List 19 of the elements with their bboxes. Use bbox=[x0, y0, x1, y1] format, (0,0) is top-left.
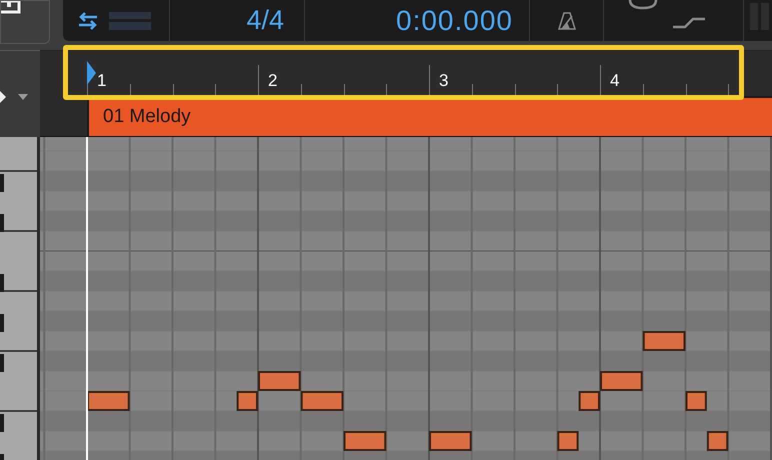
bar-number: 1 bbox=[97, 72, 106, 89]
position-readout: 0:00.000 bbox=[396, 6, 513, 34]
timeline-ruler[interactable]: 1 2 3 4 bbox=[40, 50, 772, 96]
loop-icon[interactable] bbox=[626, 0, 660, 10]
toolbar-button[interactable] bbox=[0, 0, 50, 44]
bar-number: 3 bbox=[439, 72, 448, 89]
time-signature[interactable]: 4/4 bbox=[246, 7, 284, 34]
bar-number: 2 bbox=[268, 72, 278, 89]
playhead-marker[interactable] bbox=[86, 61, 96, 85]
arrow-icon[interactable] bbox=[0, 91, 6, 103]
swap-arrows-icon[interactable] bbox=[77, 10, 99, 30]
clip-header[interactable]: 01 Melody bbox=[87, 96, 772, 136]
clip-name: 01 Melody bbox=[103, 104, 191, 129]
square-icon bbox=[1, 1, 21, 14]
metronome-icon[interactable] bbox=[558, 12, 576, 30]
bar-number: 4 bbox=[610, 72, 620, 89]
caret-icon[interactable] bbox=[18, 94, 28, 100]
curve-icon[interactable] bbox=[673, 17, 705, 29]
midi-note[interactable] bbox=[87, 391, 130, 411]
